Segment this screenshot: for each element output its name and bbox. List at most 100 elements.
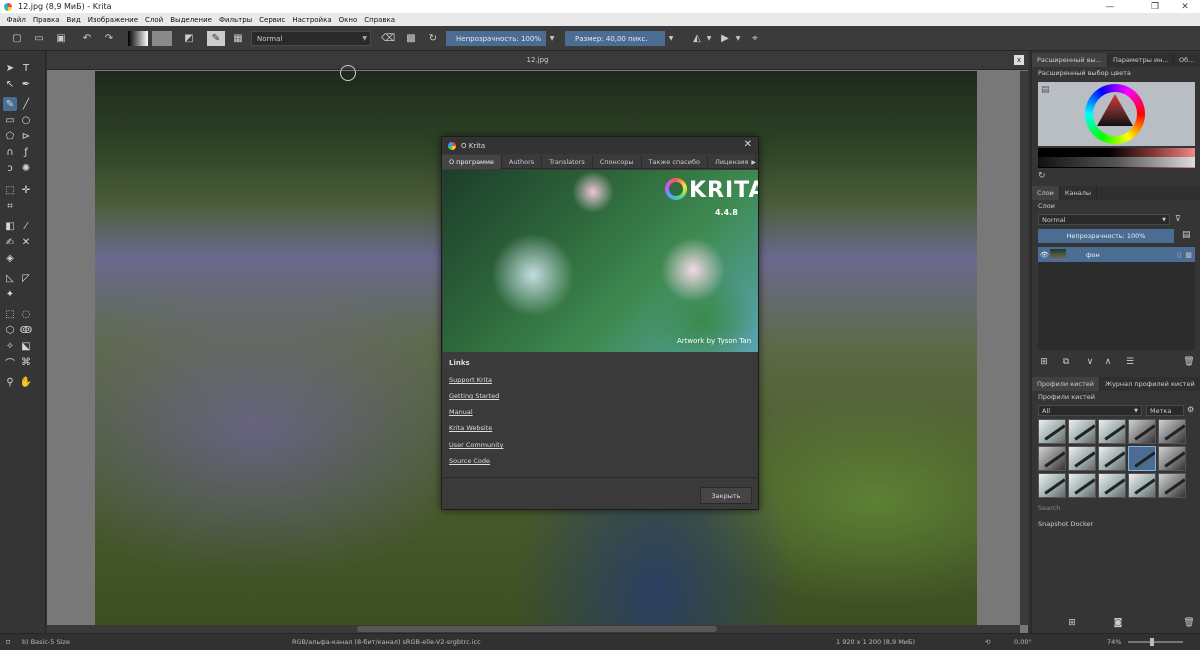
menu-filters[interactable]: Фильтры xyxy=(215,16,255,24)
duplicate-layer-icon[interactable]: ⧉ xyxy=(1060,356,1072,368)
close-document-icon[interactable]: x xyxy=(1014,55,1024,65)
alpha-lock-icon[interactable]: ▩ xyxy=(404,31,418,46)
horizontal-scroll-thumb[interactable] xyxy=(357,626,717,632)
size-slider[interactable]: Размер: 40,00 пикс. xyxy=(565,31,665,46)
brush-tag-button[interactable]: Метка xyxy=(1146,405,1184,416)
mirror-h-menu-icon[interactable]: ▼ xyxy=(705,31,713,46)
assistant-tool-icon[interactable]: ◺ xyxy=(3,271,17,285)
dynamic-brush-tool-icon[interactable]: ↄ xyxy=(3,161,17,175)
zoom-slider-handle[interactable] xyxy=(1150,638,1154,646)
ellipse-tool-icon[interactable]: ○ xyxy=(19,113,33,127)
alpha-lock-layer-icon[interactable]: ▩ xyxy=(1185,251,1192,259)
brush-preset[interactable] xyxy=(1098,473,1126,498)
calligraphy-tool-icon[interactable]: ✒ xyxy=(19,77,33,91)
tab-advanced-color[interactable]: Расширенный вы... xyxy=(1032,53,1108,67)
tab-brush-presets[interactable]: Профили кистей xyxy=(1032,377,1100,391)
layer-menu-icon[interactable]: ☰ xyxy=(1124,356,1136,368)
eraser-mode-icon[interactable]: ⌫ xyxy=(381,31,395,46)
magnetic-select-tool-icon[interactable]: ⌘ xyxy=(19,355,33,369)
link-getting-started[interactable]: Getting Started xyxy=(449,392,499,400)
maximize-button[interactable]: ❐ xyxy=(1140,0,1170,13)
menu-view[interactable]: Вид xyxy=(63,16,84,24)
smart-patch-tool-icon[interactable]: ✕ xyxy=(19,235,33,249)
menu-image[interactable]: Изображение xyxy=(84,16,141,24)
tab-overview[interactable]: Об... xyxy=(1174,53,1200,67)
ellipse-select-tool-icon[interactable]: ◌ xyxy=(19,307,33,321)
brush-tag-filter[interactable]: All ▼ xyxy=(1038,405,1142,416)
measure-tool-icon[interactable]: ◸ xyxy=(19,271,33,285)
move-tool-icon[interactable]: ✛ xyxy=(19,183,33,197)
hue-wheel[interactable] xyxy=(1085,84,1145,144)
brush-preset[interactable] xyxy=(1098,446,1126,471)
reference-images-tool-icon[interactable]: ✦ xyxy=(3,287,17,301)
similar-select-tool-icon[interactable]: ⬕ xyxy=(19,339,33,353)
brush-preset[interactable] xyxy=(1128,473,1156,498)
link-krita-website[interactable]: Krita Website xyxy=(449,424,492,432)
menu-select[interactable]: Выделение xyxy=(167,16,216,24)
layer-blend-select[interactable]: Normal ▼ xyxy=(1038,214,1170,225)
brush-settings-icon[interactable]: ⚙ xyxy=(1187,405,1194,414)
pattern-swatch[interactable] xyxy=(152,31,172,46)
undo-icon[interactable]: ↶ xyxy=(80,31,94,46)
new-document-icon[interactable]: ▢ xyxy=(10,31,24,46)
menu-file[interactable]: Файл xyxy=(3,16,29,24)
freehand-brush-tool-icon[interactable]: ✎ xyxy=(3,97,17,111)
minimize-button[interactable]: — xyxy=(1095,0,1125,13)
layer-properties-icon[interactable]: ▤ xyxy=(1182,230,1191,240)
mirror-horizontal-icon[interactable]: ◭ xyxy=(690,31,704,46)
transform-tool-icon[interactable]: ⬚ xyxy=(3,183,17,197)
tab-tool-options[interactable]: Параметры ин... xyxy=(1108,53,1174,67)
blend-mode-select[interactable]: Normal ▼ xyxy=(251,31,371,46)
menu-tools[interactable]: Сервис xyxy=(256,16,289,24)
redo-icon[interactable]: ↷ xyxy=(102,31,116,46)
brush-preset[interactable] xyxy=(1158,446,1186,471)
layer-list[interactable] xyxy=(1038,262,1195,350)
menu-edit[interactable]: Правка xyxy=(29,16,63,24)
vertical-scrollbar[interactable] xyxy=(1020,71,1028,625)
line-tool-icon[interactable]: ╱ xyxy=(19,97,33,111)
brush-preset[interactable] xyxy=(1068,473,1096,498)
close-button[interactable]: Закрыть xyxy=(700,487,752,504)
bezier-tool-icon[interactable]: ∩ xyxy=(3,145,17,159)
tab-channels[interactable]: Каналы xyxy=(1060,186,1098,200)
text-tool-icon[interactable]: T xyxy=(19,61,33,75)
zoom-slider[interactable] xyxy=(1128,638,1183,646)
color-selector[interactable]: ▤ xyxy=(1038,82,1195,146)
fill-tool-icon[interactable]: ◈ xyxy=(3,251,17,265)
save-icon[interactable]: ▣ xyxy=(54,31,68,46)
rectangle-tool-icon[interactable]: ▭ xyxy=(3,113,17,127)
brush-preset-selected[interactable] xyxy=(1128,446,1156,471)
brush-preset[interactable] xyxy=(1068,446,1096,471)
reload-preset-icon[interactable]: ↻ xyxy=(426,31,440,46)
tab-authors[interactable]: Authors xyxy=(502,155,543,169)
delete-layer-icon[interactable]: 🗑 xyxy=(1183,356,1195,368)
link-user-community[interactable]: User Community xyxy=(449,441,504,449)
opacity-slider[interactable]: Непрозрачность: 100% xyxy=(446,31,546,46)
tab-brush-history[interactable]: Журнал профилей кистей xyxy=(1100,377,1200,391)
edit-shapes-tool-icon[interactable]: ↖ xyxy=(3,77,17,91)
size-menu-icon[interactable]: ▼ xyxy=(666,31,676,46)
wrap-around-icon[interactable]: ⌖ xyxy=(748,31,762,46)
pan-tool-icon[interactable]: ✋ xyxy=(19,375,33,389)
rotate-icon[interactable]: ⟲ xyxy=(985,638,990,646)
menu-window[interactable]: Окно xyxy=(335,16,361,24)
tabs-scroll-right-icon[interactable]: ▶ xyxy=(751,155,756,169)
color-history-bars[interactable] xyxy=(1038,148,1195,168)
bezier-select-tool-icon[interactable]: ⌒ xyxy=(3,355,17,370)
brush-preset[interactable] xyxy=(1158,419,1186,444)
menu-settings[interactable]: Настройка xyxy=(289,16,335,24)
select-shapes-tool-icon[interactable]: ➤ xyxy=(3,61,17,75)
link-source-code[interactable]: Source Code xyxy=(449,457,490,465)
horizontal-scrollbar[interactable] xyxy=(47,625,1020,633)
layer-row[interactable]: 👁 фон ▯ ▩ xyxy=(1038,247,1195,262)
menu-layer[interactable]: Слой xyxy=(142,16,167,24)
about-close-icon[interactable]: ✕ xyxy=(744,139,752,150)
close-window-button[interactable]: ✕ xyxy=(1170,0,1200,13)
brush-preset[interactable] xyxy=(1038,419,1066,444)
gradient-tool-icon[interactable]: ◧ xyxy=(3,219,17,233)
gradient-swatch[interactable] xyxy=(128,31,148,46)
grid-icon[interactable]: ▦ xyxy=(231,31,245,46)
color-picker-tool-icon[interactable]: ⁄ xyxy=(19,219,33,233)
tab-about[interactable]: О программе xyxy=(442,155,502,169)
brush-preset[interactable] xyxy=(1068,419,1096,444)
